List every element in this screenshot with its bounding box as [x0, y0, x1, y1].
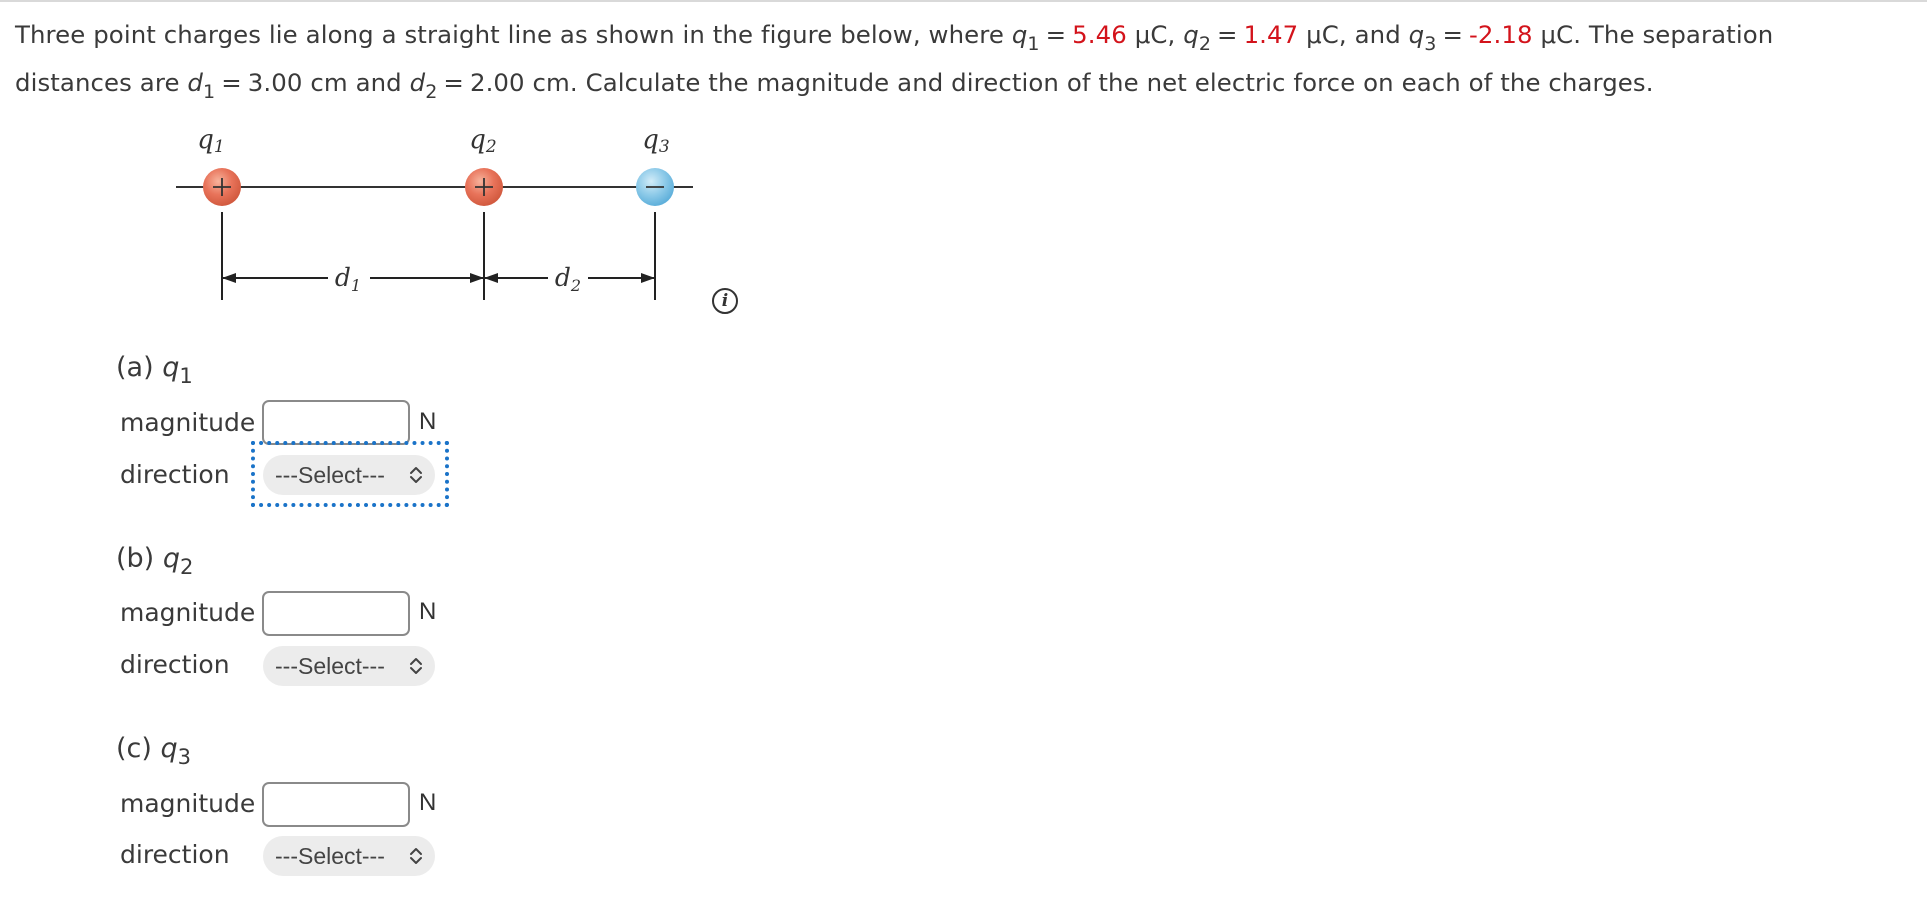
part-c-direction-select[interactable]: ---Select---	[263, 836, 435, 876]
chevron-up-down-icon	[410, 848, 422, 864]
part-a-magnitude-label: magnitude	[120, 408, 256, 437]
q2-figure-label: q2	[469, 125, 496, 157]
part-b-label: (b) q2	[116, 543, 194, 580]
q3-figure-label: q3	[642, 125, 669, 157]
equals-sign: =	[221, 68, 242, 97]
part-a-unit: N	[419, 408, 437, 435]
part-b-magnitude-input[interactable]	[262, 591, 410, 636]
top-divider	[0, 0, 1927, 2]
problem-intro-text: Three point charges lie along a straight…	[15, 20, 1004, 49]
separation-text: . The separation	[1573, 20, 1774, 49]
problem-statement: Three point charges lie along a straight…	[15, 12, 1915, 108]
d1-symbol: d1	[187, 68, 216, 103]
task-text: Calculate the magnitude and direction of…	[585, 68, 1654, 97]
info-icon[interactable]: i	[712, 288, 738, 314]
q1-symbol: q1	[1011, 20, 1040, 55]
problem-line-2: distances are d1 = 3.00 cm and d2 = 2.00 cm.…	[15, 60, 1915, 108]
part-c-direction-label: direction	[120, 840, 230, 869]
equals-sign: =	[1045, 20, 1067, 49]
part-a-symbol: q1	[162, 352, 193, 389]
q1-figure-label: q1	[197, 125, 224, 157]
distances-text: distances are	[15, 68, 180, 97]
chevron-up-down-icon	[410, 467, 422, 483]
charge-unit: μC	[1134, 20, 1168, 49]
charge-unit: μC	[1540, 20, 1574, 49]
q2-positive-charge	[465, 168, 503, 206]
part-c-magnitude-label: magnitude	[120, 789, 256, 818]
part-a-direction-value: ---Select---	[275, 462, 385, 488]
comma: ,	[1167, 20, 1176, 49]
part-c-unit: N	[419, 789, 437, 816]
d1-value: 3.00 cm	[247, 68, 348, 97]
part-a-magnitude-input[interactable]	[262, 400, 410, 445]
part-a-direction-select[interactable]: ---Select---	[263, 455, 435, 495]
charges-figure: q1 q2 q3 d1 d2	[170, 118, 710, 318]
q3-symbol: q3	[1408, 20, 1437, 55]
q1-positive-charge	[203, 168, 241, 206]
part-c-magnitude-input[interactable]	[262, 782, 410, 827]
d2-figure-label: d2	[555, 263, 581, 295]
part-c-symbol: q3	[160, 733, 192, 770]
part-a-label: (a) q1	[116, 352, 193, 389]
and-text: and	[355, 68, 402, 97]
part-b-symbol: q2	[162, 543, 194, 580]
q2-symbol: q2	[1183, 20, 1212, 55]
and-text: and	[1354, 20, 1401, 49]
part-a-direction-label: direction	[120, 460, 230, 489]
q2-value: 1.47	[1243, 20, 1299, 49]
equals-sign: =	[1217, 20, 1238, 49]
part-b-direction-value: ---Select---	[275, 653, 385, 679]
problem-line-1: Three point charges lie along a straight…	[15, 12, 1915, 60]
q3-negative-charge	[636, 168, 674, 206]
equals-sign: =	[443, 68, 464, 97]
equals-sign: =	[1442, 20, 1463, 49]
q1-value: 5.46	[1072, 20, 1127, 49]
chevron-up-down-icon	[410, 658, 422, 674]
part-b-direction-label: direction	[120, 650, 230, 679]
d2-value: 2.00 cm.	[469, 68, 578, 97]
d2-symbol: d2	[409, 68, 438, 103]
part-b-magnitude-label: magnitude	[120, 598, 256, 627]
comma: ,	[1338, 20, 1347, 49]
part-c-direction-value: ---Select---	[275, 843, 385, 869]
part-c-label: (c) q3	[116, 733, 192, 770]
part-b-direction-select[interactable]: ---Select---	[263, 646, 435, 686]
d1-figure-label: d1	[335, 263, 361, 295]
part-b-unit: N	[419, 598, 437, 625]
q3-value: -2.18	[1469, 20, 1533, 49]
charge-unit: μC	[1306, 20, 1339, 49]
